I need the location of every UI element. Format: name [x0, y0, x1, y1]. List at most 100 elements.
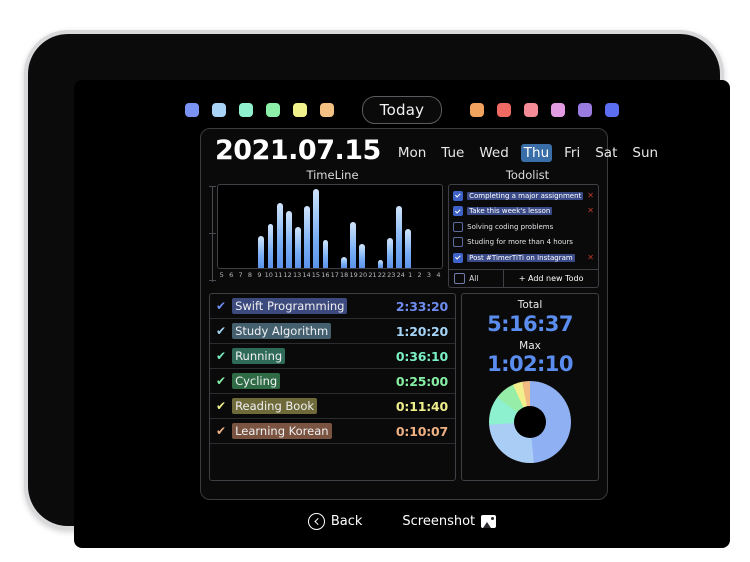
weekday-tue[interactable]: Tue [438, 144, 467, 162]
checkbox-icon[interactable] [453, 190, 464, 201]
color-swatch-right-5[interactable] [578, 103, 593, 117]
chart-bar-slot [284, 185, 293, 268]
checkbox-icon[interactable] [453, 221, 464, 232]
checkbox-icon[interactable] [453, 237, 464, 248]
back-label: Back [330, 514, 363, 529]
delete-todo-icon[interactable]: ✕ [587, 207, 594, 215]
summary-panel: Total 5:16:37 Max 1:02:10 [461, 293, 599, 481]
activity-row[interactable]: ✔ Running 0:36:10 [210, 344, 455, 369]
activity-row[interactable]: ✔ Reading Book 0:11:40 [210, 394, 455, 419]
weekday-wed[interactable]: Wed [476, 144, 511, 162]
weekday-selector[interactable]: Mon Tue Wed Thu Fri Sat Sun [395, 144, 661, 164]
chart-x-tick: 15 [311, 271, 321, 279]
chart-bar-slot [220, 185, 229, 268]
timeline-chart: 5 6 7 8 9 10 11 12 13 14 15 16 17 18 19 20 21 22 23 24 1 2 3 4 [209, 184, 444, 282]
chart-x-tick: 2 [417, 271, 422, 279]
color-swatch-left-1[interactable] [184, 103, 199, 117]
checkbox-icon[interactable] [454, 273, 466, 284]
todo-item[interactable]: Solving coding problems [453, 219, 594, 235]
timeline-title: TimeLine [306, 168, 359, 182]
ipad-body: Today 2021.07.15 Mon Tue Wed Thu Fri Sat Sun T… [28, 34, 730, 548]
weekday-mon[interactable]: Mon [395, 144, 429, 162]
chart-x-tick: 10 [264, 271, 273, 279]
chevron-left-icon [307, 513, 325, 530]
checkbox-icon[interactable] [453, 206, 464, 217]
chart-bar-slot [330, 185, 339, 268]
activity-duration: 0:10:07 [395, 423, 448, 439]
chart-bar-slot [321, 185, 330, 268]
chart-plot-area [217, 184, 444, 269]
chart-x-tick: 13 [292, 271, 302, 279]
chart-x-tick: 12 [283, 271, 292, 279]
chart-bar-slot [385, 185, 394, 268]
color-swatch-right-3[interactable] [524, 103, 539, 117]
activity-list: ✔ Swift Programming 2:33:20 ✔ Study Algorith… [209, 293, 456, 481]
color-swatch-right-4[interactable] [551, 103, 566, 117]
total-label: Total [517, 299, 543, 311]
lower-panels: ✔ Swift Programming 2:33:20 ✔ Study Algorith… [209, 293, 599, 481]
color-swatch-right-2[interactable] [497, 103, 512, 117]
todo-item[interactable]: Post #TimerTiTi on Instagram ✕ [453, 250, 594, 266]
add-new-todo-button[interactable]: + Add new Todo [504, 270, 598, 287]
todolist-title: Todolist [505, 168, 550, 182]
chart-bar [377, 259, 384, 268]
activity-row[interactable]: ✔ Study Algorithm 1:20:20 [210, 319, 455, 344]
today-button[interactable]: Today [361, 96, 443, 124]
chart-x-tick: 23 [387, 271, 396, 279]
check-icon: ✔ [216, 349, 227, 363]
color-swatch-left-3[interactable] [238, 103, 253, 117]
chart-x-tick: 6 [229, 271, 234, 279]
chart-x-tick: 9 [257, 271, 262, 279]
chart-bar-slot [431, 185, 440, 268]
color-swatch-left-4[interactable] [265, 103, 280, 117]
activity-row[interactable]: ✔ Learning Korean 0:10:07 [210, 419, 455, 444]
delete-todo-icon[interactable]: ✕ [587, 191, 594, 200]
todo-item-label: Completing a major assignment [467, 191, 584, 200]
color-swatch-left-2[interactable] [211, 103, 226, 117]
color-swatch-left-6[interactable] [319, 103, 334, 117]
todo-item[interactable]: Take this week's lesson ✕ [453, 204, 594, 220]
chart-bar [267, 223, 274, 268]
delete-todo-icon[interactable]: ✕ [587, 253, 594, 262]
chart-x-tick: 21 [368, 271, 377, 279]
page-title-date: 2021.07.15 [215, 135, 381, 166]
right-color-swatches [470, 103, 620, 117]
color-swatch-right-6[interactable] [605, 103, 620, 117]
bottom-toolbar: Back Screenshot [74, 513, 730, 530]
back-button[interactable]: Back [307, 513, 363, 530]
color-swatch-right-1[interactable] [470, 103, 485, 117]
weekday-fri[interactable]: Fri [561, 144, 583, 162]
todo-footer: All + Add new Todo [449, 269, 598, 287]
todo-select-all[interactable]: All [449, 270, 505, 287]
weekday-sun[interactable]: Sun [629, 144, 661, 162]
chart-x-tick: 20 [358, 271, 368, 279]
activity-row[interactable]: ✔ Swift Programming 2:33:20 [210, 294, 455, 319]
chart-bar [322, 240, 329, 268]
ipad-screen: Today 2021.07.15 Mon Tue Wed Thu Fri Sat Sun T… [74, 80, 730, 548]
upper-panels: 5 6 7 8 9 10 11 12 13 14 15 16 17 18 19 20 21 22 23 24 1 2 3 4 … [209, 184, 599, 288]
chart-x-tick: 14 [302, 271, 311, 279]
chart-bar-slot [394, 185, 403, 268]
screenshot-label: Screenshot [402, 514, 476, 529]
todo-item[interactable]: Studing for more than 4 hours [453, 235, 594, 251]
chart-bars [220, 185, 440, 268]
todo-item[interactable]: Completing a major assignment ✕ [453, 188, 594, 204]
chart-x-tick: 16 [321, 271, 330, 279]
chart-bar-slot [248, 185, 257, 268]
chart-bar-slot [348, 185, 357, 268]
chart-bar [386, 237, 393, 268]
activity-row[interactable]: ✔ Cycling 0:25:00 [210, 369, 455, 394]
todo-item-label: Post #TimerTiTi on Instagram [467, 253, 575, 262]
activity-name: Study Algorithm [232, 323, 332, 339]
weekday-sat[interactable]: Sat [592, 144, 620, 162]
activity-name: Swift Programming [232, 298, 348, 314]
screenshot-button[interactable]: Screenshot [402, 514, 497, 529]
chart-x-tick: 24 [396, 271, 405, 279]
weekday-thu[interactable]: Thu [520, 144, 553, 162]
chart-x-tick: 11 [274, 271, 283, 279]
checkbox-icon[interactable] [453, 252, 464, 263]
chart-bar-slot [229, 185, 238, 268]
chart-bar-slot [257, 185, 266, 268]
color-swatch-left-5[interactable] [292, 103, 307, 117]
activity-duration: 1:20:20 [395, 323, 448, 339]
